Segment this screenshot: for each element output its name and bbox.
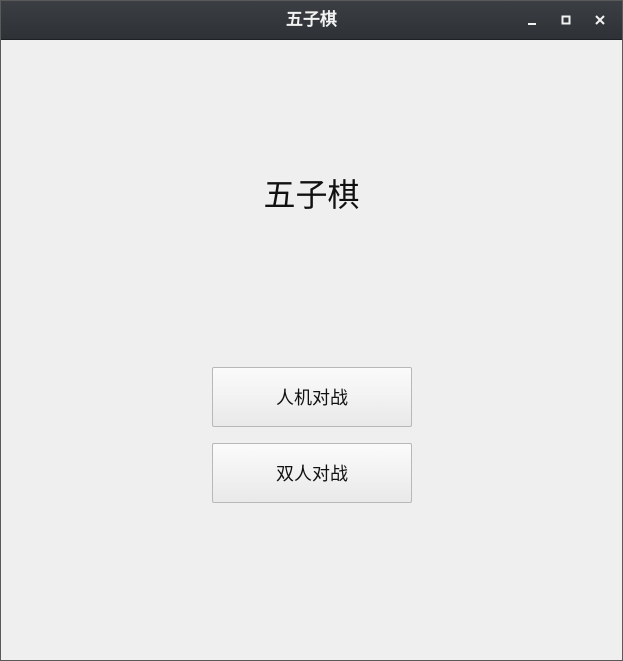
maximize-button[interactable] [552, 6, 580, 34]
minimize-icon [527, 15, 537, 25]
close-button[interactable] [586, 6, 614, 34]
main-content: 五子棋 人机对战 双人对战 [1, 40, 622, 660]
app-window: 五子棋 五子棋 人机对战 双人对战 [0, 0, 623, 661]
window-controls [512, 1, 614, 39]
maximize-icon [561, 15, 571, 25]
minimize-button[interactable] [518, 6, 546, 34]
game-title: 五子棋 [263, 176, 360, 214]
title-bar[interactable]: 五子棋 [1, 1, 622, 40]
pvp-button[interactable]: 双人对战 [212, 443, 412, 503]
pve-button[interactable]: 人机对战 [212, 367, 412, 427]
close-icon [595, 15, 605, 25]
